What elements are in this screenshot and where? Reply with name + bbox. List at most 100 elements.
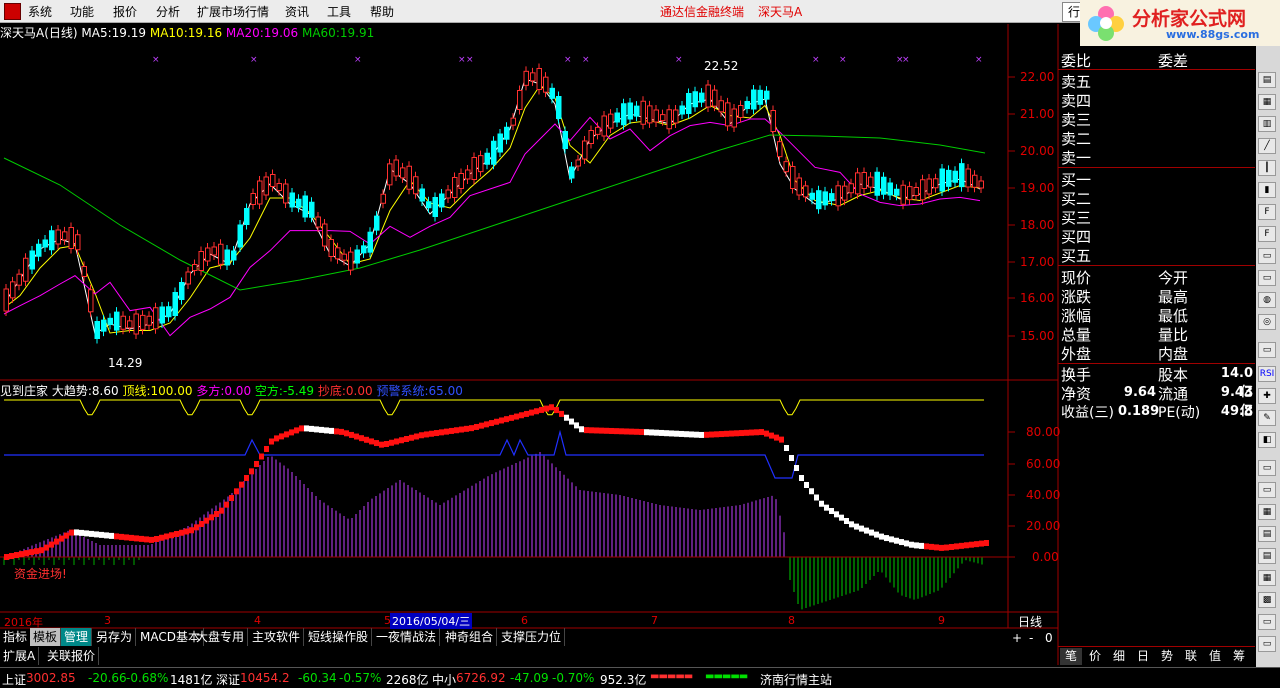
open-label: 今开 — [1158, 269, 1189, 287]
tab-main-attack[interactable]: 主攻软件 — [249, 628, 305, 646]
tab-chips[interactable]: 筹 — [1228, 648, 1250, 665]
price-tick: 16.00 — [1020, 291, 1055, 305]
sh-amount: 1481亿 — [170, 673, 213, 687]
toolbar-icon[interactable]: ▭ — [1258, 460, 1276, 476]
tab-detail[interactable]: 细 — [1108, 648, 1130, 665]
toolbar-icon[interactable]: ╱ — [1258, 138, 1276, 154]
quote-panel: 委比 委差 卖五 卖四 卖三 卖二 卖一 买一 买二 买三 买四 买五 现价 今… — [1058, 46, 1255, 646]
buy-3: 买三 — [1061, 209, 1092, 227]
low-price-label: 14.29 — [108, 356, 143, 370]
tab-ticks[interactable]: 笔 — [1060, 648, 1082, 665]
price-label: 现价 — [1061, 269, 1092, 287]
toolbar-icon[interactable]: ▩ — [1258, 592, 1276, 608]
zoom-reset-button[interactable]: 0 — [1045, 631, 1053, 645]
zoom-in-button[interactable]: + — [1012, 631, 1022, 645]
date-month: 6 — [521, 614, 528, 627]
bottom-value: 0.00 — [345, 384, 373, 398]
pe-label: PE(动) — [1158, 405, 1201, 421]
tab-market[interactable]: 大盘专用 — [193, 628, 249, 646]
short-value: -5.49 — [282, 384, 315, 398]
svg-text:×: × — [975, 55, 983, 65]
float-label: 流通 — [1158, 385, 1189, 403]
toolbar-icon[interactable]: ▭ — [1258, 342, 1276, 358]
toolbar-icon[interactable]: ▦ — [1258, 504, 1276, 520]
zx-index: 6726.92 — [456, 671, 506, 685]
zoom-out-button[interactable]: - — [1029, 631, 1033, 645]
short-label: 空方: — [254, 384, 283, 398]
outer-label: 外盘 — [1061, 345, 1092, 363]
date-month: 9 — [938, 614, 945, 627]
tab-short-term[interactable]: 短线操作股 — [305, 628, 373, 646]
change-label: 涨跌 — [1061, 288, 1092, 306]
toolbar-icon[interactable]: ▤ — [1258, 526, 1276, 542]
toolbar-icon[interactable]: F — [1258, 204, 1276, 220]
high-price-label: 22.52 — [704, 59, 739, 73]
toolbar-icon[interactable]: ▭ — [1258, 482, 1276, 498]
tab-link[interactable]: 联 — [1180, 648, 1202, 665]
tab-related-quote[interactable]: 关联报价 — [44, 647, 100, 665]
tab-day[interactable]: 日 — [1132, 648, 1154, 665]
sz-change: -60.34 — [298, 671, 337, 685]
tab-price[interactable]: 价 — [1084, 648, 1106, 665]
toolbar-icon[interactable]: ✚ — [1258, 388, 1276, 404]
toolbar-icon[interactable]: ▦ — [1258, 94, 1276, 110]
toolbar-icon[interactable]: ◧ — [1258, 432, 1276, 448]
low-label: 最低 — [1158, 307, 1189, 325]
buy-4: 买四 — [1061, 228, 1092, 246]
toolbar-icon[interactable]: RSI — [1258, 366, 1276, 382]
svg-text:×: × — [839, 55, 847, 65]
signal-bar-icon: ▬▬▬▬▬ — [705, 671, 748, 682]
buy-5: 买五 — [1061, 247, 1092, 265]
toolbar-icon[interactable]: ▤ — [1258, 548, 1276, 564]
sz-amount: 2268亿 — [386, 673, 429, 687]
weibi-label: 委比 — [1061, 52, 1092, 70]
svg-text:×: × — [458, 55, 466, 65]
zx-change: -47.09 — [510, 671, 549, 685]
sz-label: 深证 — [216, 673, 241, 687]
toolbar-icon[interactable]: ▭ — [1258, 614, 1276, 630]
zx-label: 中小 — [432, 673, 457, 687]
netasset-label: 净资 — [1061, 385, 1092, 403]
toolbar-icon[interactable]: ┃ — [1258, 160, 1276, 176]
high-label: 最高 — [1158, 288, 1189, 306]
inner-label: 内盘 — [1158, 345, 1189, 363]
date-month: 3 — [104, 614, 111, 627]
toolbar-icon[interactable]: ◎ — [1258, 314, 1276, 330]
period-button[interactable]: 日线 — [1018, 613, 1042, 630]
tab-template[interactable]: 模板 — [30, 628, 62, 646]
tab-value[interactable]: 值 — [1204, 648, 1226, 665]
toolbar-icon[interactable]: ◍ — [1258, 292, 1276, 308]
tab-manage[interactable]: 管理 — [61, 628, 93, 646]
indicator-tick: 0.00 — [1032, 550, 1059, 564]
tab-support[interactable]: 支撑压力位 — [498, 628, 566, 646]
buy-1: 买一 — [1061, 171, 1092, 189]
svg-text:×: × — [250, 55, 258, 65]
toolbar-icon[interactable]: ▭ — [1258, 636, 1276, 652]
tab-trend[interactable]: 势 — [1156, 648, 1178, 665]
toolbar-icon[interactable]: ▥ — [1258, 116, 1276, 132]
tab-ext-a[interactable]: 扩展A — [0, 647, 40, 665]
eps-value: 0.189 — [1118, 404, 1160, 419]
sz-index: 10454.2 — [240, 671, 290, 685]
toolbar-icon[interactable]: ▤ — [1258, 72, 1276, 88]
price-tick: 18.00 — [1020, 218, 1055, 232]
indicator-title-line: 见到庄家 大趋势:8.60 顶线:100.00 多方:0.00 空方:-5.49… — [0, 382, 463, 399]
pe-value: 49.8 — [1220, 404, 1253, 419]
toolbar-icon[interactable]: ▭ — [1258, 248, 1276, 264]
tab-save-as[interactable]: 另存为 — [93, 628, 137, 646]
indicator-note: 资金进场! — [14, 567, 67, 581]
tab-indicator[interactable]: 指标 — [0, 628, 32, 646]
trend-value: 8.60 — [91, 384, 119, 398]
sell-4: 卖四 — [1061, 92, 1092, 110]
tab-overnight[interactable]: 一夜情战法 — [373, 628, 441, 646]
toolbar-icon[interactable]: F — [1258, 226, 1276, 242]
toolbar-icon[interactable]: ▦ — [1258, 570, 1276, 586]
price-tick: 21.00 — [1020, 107, 1055, 121]
toolbar-icon[interactable]: ✎ — [1258, 410, 1276, 426]
indicator-tick: 60.00 — [1026, 457, 1061, 471]
svg-text:×: × — [152, 55, 160, 65]
tab-magic-combo[interactable]: 神奇组合 — [442, 628, 498, 646]
toolbar-icon[interactable]: ▮ — [1258, 182, 1276, 198]
sell-5: 卖五 — [1061, 73, 1092, 91]
toolbar-icon[interactable]: ▭ — [1258, 270, 1276, 286]
